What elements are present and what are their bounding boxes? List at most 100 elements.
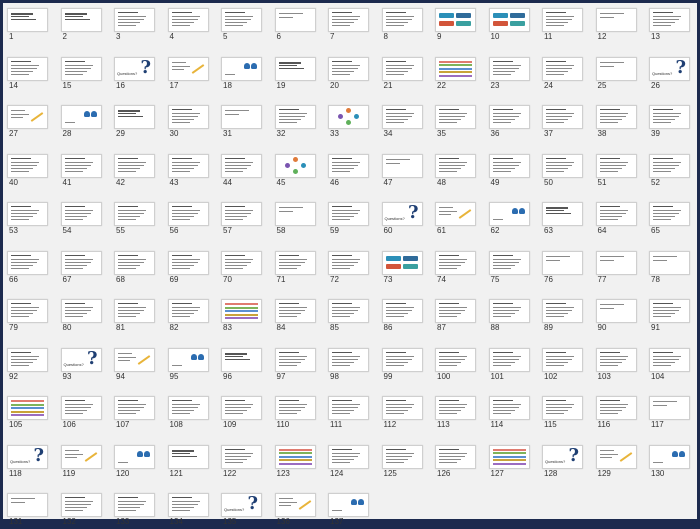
slide-preview[interactable] (60, 202, 102, 226)
slide-thumbnail-50[interactable]: 50 (542, 153, 583, 190)
slide-thumbnail-13[interactable]: 13 (649, 8, 690, 44)
slide-preview[interactable] (381, 56, 423, 81)
slide-thumbnail-22[interactable]: 22 (435, 56, 476, 93)
slide-preview[interactable] (274, 396, 316, 420)
slide-thumbnail-100[interactable]: 100 (435, 347, 476, 384)
slide-preview[interactable] (488, 299, 530, 323)
slide-thumbnail-14[interactable]: 14 (7, 56, 48, 93)
slide-thumbnail-130[interactable]: 130 (649, 444, 690, 481)
slide-thumbnail-108[interactable]: 108 (167, 396, 209, 432)
slide-preview[interactable]: ? Questions? (60, 347, 102, 372)
slide-preview[interactable] (381, 299, 423, 323)
slide-thumbnail-16[interactable]: ? Questions? 16 (114, 56, 155, 93)
slide-thumbnail-8[interactable]: 8 (381, 8, 423, 44)
slide-preview[interactable] (649, 444, 690, 469)
slide-thumbnail-59[interactable]: 59 (328, 202, 369, 238)
slide-thumbnail-44[interactable]: 44 (221, 153, 262, 190)
slide-thumbnail-53[interactable]: 53 (7, 202, 48, 238)
slide-preview[interactable] (435, 250, 476, 275)
slide-preview[interactable] (167, 153, 209, 178)
slide-preview[interactable] (7, 202, 48, 226)
slide-thumbnail-91[interactable]: 91 (649, 299, 690, 335)
slide-preview[interactable] (649, 396, 690, 420)
slide-thumbnail-74[interactable]: 74 (435, 250, 476, 287)
slide-thumbnail-9[interactable]: 9 (435, 8, 476, 44)
slide-thumbnail-116[interactable]: 116 (595, 396, 637, 432)
slide-thumbnail-132[interactable]: 132 (60, 493, 102, 529)
slide-thumbnail-46[interactable]: 46 (328, 153, 369, 190)
slide-preview[interactable] (435, 153, 476, 178)
slide-thumbnail-92[interactable]: 92 (7, 347, 48, 384)
slide-thumbnail-109[interactable]: 109 (221, 396, 262, 432)
slide-preview[interactable] (328, 105, 369, 129)
slide-thumbnail-121[interactable]: 121 (167, 444, 209, 481)
slide-thumbnail-49[interactable]: 49 (488, 153, 530, 190)
slide-thumbnail-133[interactable]: 133 (114, 493, 155, 529)
slide-preview[interactable] (221, 250, 262, 275)
slide-thumbnail-42[interactable]: 42 (114, 153, 155, 190)
slide-preview[interactable] (167, 250, 209, 275)
slide-preview[interactable] (7, 493, 48, 517)
slide-thumbnail-19[interactable]: 19 (274, 56, 316, 93)
slide-thumbnail-62[interactable]: 62 (488, 202, 530, 238)
slide-preview[interactable] (381, 105, 423, 129)
slide-thumbnail-98[interactable]: 98 (328, 347, 369, 384)
slide-thumbnail-83[interactable]: 83 (221, 299, 262, 335)
slide-preview[interactable] (435, 202, 476, 226)
slide-thumbnail-41[interactable]: 41 (60, 153, 102, 190)
slide-thumbnail-11[interactable]: 11 (542, 8, 583, 44)
slide-thumbnail-2[interactable]: 2 (60, 8, 102, 44)
slide-thumbnail-4[interactable]: 4 (167, 8, 209, 44)
slide-preview[interactable] (114, 202, 155, 226)
slide-thumbnail-39[interactable]: 39 (649, 105, 690, 141)
slide-thumbnail-30[interactable]: 30 (167, 105, 209, 141)
slide-thumbnail-81[interactable]: 81 (114, 299, 155, 335)
slide-preview[interactable] (221, 299, 262, 323)
slide-thumbnail-90[interactable]: 90 (595, 299, 637, 335)
slide-preview[interactable] (328, 56, 369, 81)
slide-preview[interactable] (595, 56, 637, 81)
slide-preview[interactable] (167, 105, 209, 129)
slide-preview[interactable] (7, 299, 48, 323)
slide-thumbnail-40[interactable]: 40 (7, 153, 48, 190)
slide-thumbnail-94[interactable]: 94 (114, 347, 155, 384)
slide-thumbnail-111[interactable]: 111 (328, 396, 369, 432)
slide-preview[interactable] (435, 299, 476, 323)
slide-thumbnail-73[interactable]: 73 (381, 250, 423, 287)
slide-preview[interactable] (274, 8, 316, 32)
slide-preview[interactable] (328, 396, 369, 420)
slide-preview[interactable] (595, 202, 637, 226)
slide-thumbnail-68[interactable]: 68 (114, 250, 155, 287)
slide-thumbnail-82[interactable]: 82 (167, 299, 209, 335)
slide-thumbnail-67[interactable]: 67 (60, 250, 102, 287)
slide-preview[interactable] (274, 105, 316, 129)
slide-thumbnail-43[interactable]: 43 (167, 153, 209, 190)
slide-preview[interactable] (167, 493, 209, 517)
slide-thumbnail-117[interactable]: 117 (649, 396, 690, 432)
slide-preview[interactable] (274, 56, 316, 81)
slide-preview[interactable] (114, 250, 155, 275)
slide-thumbnail-71[interactable]: 71 (274, 250, 316, 287)
slide-preview[interactable] (221, 56, 262, 81)
slide-thumbnail-120[interactable]: 120 (114, 444, 155, 481)
slide-preview[interactable] (7, 396, 48, 420)
slide-thumbnail-119[interactable]: 119 (60, 444, 102, 481)
slide-thumbnail-20[interactable]: 20 (328, 56, 369, 93)
slide-preview[interactable] (381, 444, 423, 469)
slide-thumbnail-23[interactable]: 23 (488, 56, 530, 93)
slide-preview[interactable] (7, 105, 48, 129)
slide-thumbnail-129[interactable]: 129 (595, 444, 637, 481)
slide-thumbnail-122[interactable]: 122 (221, 444, 262, 481)
slide-thumbnail-15[interactable]: 15 (60, 56, 102, 93)
slide-preview[interactable] (649, 153, 690, 178)
slide-thumbnail-88[interactable]: 88 (488, 299, 530, 335)
slide-thumbnail-96[interactable]: 96 (221, 347, 262, 384)
slide-thumbnail-63[interactable]: 63 (542, 202, 583, 238)
slide-preview[interactable] (221, 153, 262, 178)
slide-preview[interactable] (114, 444, 155, 469)
slide-thumbnail-60[interactable]: ? Questions? 60 (381, 202, 423, 238)
slide-preview[interactable] (328, 153, 369, 178)
slide-thumbnail-17[interactable]: 17 (167, 56, 209, 93)
slide-preview[interactable] (167, 347, 209, 372)
slide-preview[interactable] (595, 250, 637, 275)
